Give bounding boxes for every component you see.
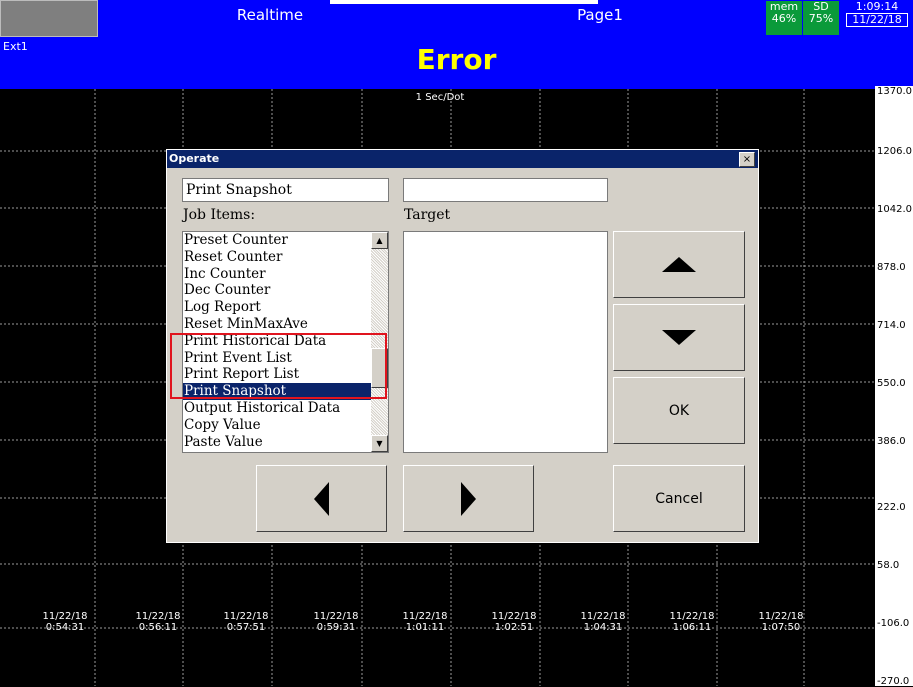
list-item[interactable]: Dec Counter [183, 282, 388, 299]
ok-button[interactable]: OK [613, 377, 745, 444]
move-down-button[interactable] [613, 304, 745, 371]
move-right-button[interactable] [403, 465, 534, 532]
sd-indicator: SD 75% [803, 1, 839, 35]
time-axis-label: 11/22/18 1:02:51 [484, 611, 544, 633]
top-left-panel [0, 0, 98, 37]
sd-value: 75% [808, 12, 834, 25]
list-item[interactable]: Reset MinMaxAve [183, 316, 388, 333]
clock: 1:09:14 11/22/18 [842, 1, 912, 35]
time-axis-label: 11/22/18 1:07:50 [751, 611, 811, 633]
list-item[interactable]: Log Report [183, 299, 388, 316]
time-axis-label: 11/22/18 1:01:11 [395, 611, 455, 633]
time-axis-label: 11/22/18 1:04:31 [573, 611, 633, 633]
clock-date: 11/22/18 [846, 13, 908, 27]
list-item[interactable]: Copy Value [183, 417, 388, 434]
time-axis-date: 11/22/18 [402, 611, 448, 622]
time-axis-date: 11/22/18 [491, 611, 537, 622]
list-item[interactable]: Reset Counter [183, 249, 388, 266]
time-axis-date: 11/22/18 [580, 611, 626, 622]
highlight-box [170, 333, 387, 399]
scale-tick: 1206.0 [877, 146, 912, 157]
arrow-down-icon [662, 330, 696, 345]
time-axis-time: 1:02:51 [494, 622, 534, 633]
time-axis-label: 11/22/18 0:54:31 [35, 611, 95, 633]
time-axis-time: 1:06:11 [672, 622, 712, 633]
arrow-left-icon [314, 481, 329, 516]
scale-tick: 550.0 [877, 378, 906, 389]
value-scale: 1370.0 1206.0 1042.0 878.0 714.0 550.0 386.0 22… [875, 86, 913, 687]
time-axis-date: 11/22/18 [758, 611, 804, 622]
time-axis-label: 11/22/18 0:57:51 [216, 611, 276, 633]
time-axis-date: 11/22/18 [669, 611, 715, 622]
time-axis-time: 0:57:51 [226, 622, 266, 633]
time-axis-date: 11/22/18 [42, 611, 88, 622]
clock-time: 1:09:14 [855, 0, 899, 13]
top-bar: Realtime Page1 mem 46% SD 75% 1:09:14 11… [0, 0, 913, 37]
time-axis-time: 0:59:31 [316, 622, 356, 633]
list-item[interactable]: Paste Value [183, 434, 388, 451]
time-axis-label: 11/22/18 0:59:31 [306, 611, 366, 633]
scale-tick: -106.0 [877, 618, 910, 629]
scale-tick: 1042.0 [877, 204, 912, 215]
move-left-button[interactable] [256, 465, 387, 532]
list-item[interactable]: Output Historical Data [183, 400, 388, 417]
list-item[interactable]: Preset Counter [183, 232, 388, 249]
selected-job-field[interactable]: Print Snapshot [182, 178, 389, 202]
time-axis-time: 1:01:11 [405, 622, 445, 633]
dialog-title: Operate [169, 152, 220, 165]
cancel-button[interactable]: Cancel [613, 465, 745, 532]
time-axis-date: 11/22/18 [313, 611, 359, 622]
target-field[interactable] [403, 178, 608, 202]
target-list[interactable] [403, 231, 608, 453]
target-label: Target [404, 207, 451, 223]
job-items-label: Job Items: [183, 207, 256, 223]
arrow-right-icon [461, 481, 476, 516]
scale-tick: -270.0 [877, 676, 910, 687]
time-axis-time: 0:56:11 [138, 622, 178, 633]
arrow-up-icon [662, 257, 696, 272]
scroll-down-icon[interactable]: ▼ [371, 435, 388, 452]
time-axis-label: 11/22/18 1:06:11 [662, 611, 722, 633]
time-axis-date: 11/22/18 [135, 611, 181, 622]
time-axis-time: 0:54:31 [45, 622, 85, 633]
scan-rate-label: 1 Sec/Dot [415, 92, 465, 103]
scale-tick: 58.0 [877, 560, 900, 571]
close-button[interactable]: × [739, 152, 755, 167]
scale-tick: 714.0 [877, 320, 906, 331]
time-axis-time: 1:04:31 [583, 622, 623, 633]
page-label[interactable]: Page1 [540, 6, 660, 24]
time-axis-time: 1:07:50 [761, 622, 801, 633]
scale-tick: 386.0 [877, 436, 906, 447]
realtime-label[interactable]: Realtime [210, 6, 330, 24]
time-axis-date: 11/22/18 [223, 611, 269, 622]
scroll-up-icon[interactable]: ▲ [371, 232, 388, 249]
list-item[interactable]: Inc Counter [183, 266, 388, 283]
scale-tick: 878.0 [877, 262, 906, 273]
top-indicator [330, 0, 598, 4]
move-up-button[interactable] [613, 231, 745, 298]
scale-tick: 222.0 [877, 502, 906, 513]
mem-value: 46% [771, 12, 797, 25]
memory-indicator: mem 46% [766, 1, 802, 35]
error-title: Error [416, 43, 497, 76]
scale-tick: 1370.0 [877, 86, 912, 97]
time-axis-label: 11/22/18 0:56:11 [128, 611, 188, 633]
dialog-titlebar[interactable]: Operate [167, 150, 758, 168]
